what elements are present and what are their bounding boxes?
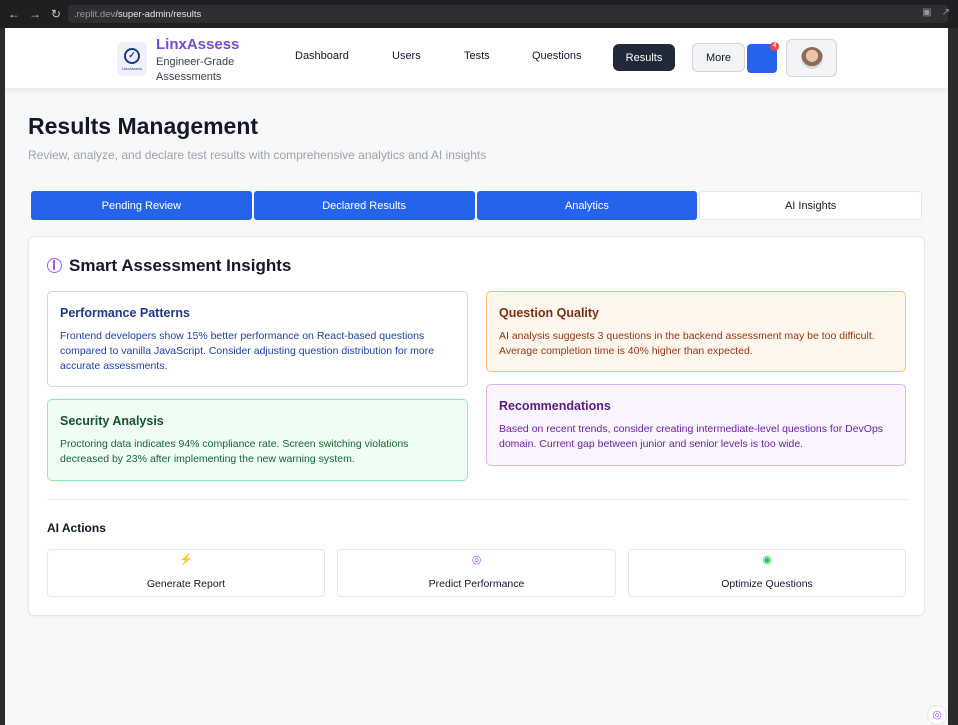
nav-questions[interactable]: Questions	[532, 50, 582, 62]
button-label: Optimize Questions	[721, 578, 813, 590]
brand-subtitle: Engineer-Grade Assessments	[156, 56, 235, 83]
profile-button[interactable]	[786, 39, 837, 77]
panel-text: Based on recent trends, consider creatin…	[499, 423, 884, 450]
lightning-icon: ⚡	[179, 554, 193, 566]
panel-title: Security Analysis	[60, 414, 164, 428]
target-icon: ◉	[762, 554, 772, 566]
app-page: ✓ LinxAssess LinxAssess Engineer-Grade A…	[5, 28, 948, 725]
forward-icon[interactable]: →	[28, 7, 42, 21]
tab-ai-insights[interactable]: AI Insights	[699, 191, 922, 220]
recommendations-panel: Recommendations Based on recent trends, …	[486, 384, 906, 466]
panel-text: AI analysis suggests 3 questions in the …	[499, 330, 875, 357]
url-path: /super-admin/results	[115, 8, 202, 20]
predict-performance-button[interactable]: ◎ Predict Performance	[337, 549, 616, 597]
reload-icon[interactable]: ↻	[49, 7, 63, 21]
nav-results[interactable]: Results	[613, 44, 675, 71]
brain-icon	[47, 258, 62, 273]
panel-title: Performance Patterns	[60, 306, 190, 320]
notifications-button[interactable]: 4	[747, 42, 779, 73]
page-title: Results Management	[28, 113, 259, 139]
ai-assistant-icon[interactable]: ◎	[927, 705, 947, 725]
nav-users[interactable]: Users	[392, 50, 421, 62]
ai-actions-title: AI Actions	[47, 521, 106, 535]
results-tabs: Pending Review Declared Results Analytic…	[31, 191, 922, 220]
nav-tests[interactable]: Tests	[464, 50, 490, 62]
generate-report-button[interactable]: ⚡ Generate Report	[47, 549, 325, 597]
ai-insights-card: Smart Assessment Insights Performance Pa…	[28, 236, 925, 616]
button-label: Predict Performance	[428, 578, 525, 590]
nav-dashboard[interactable]: Dashboard	[295, 50, 349, 62]
logo[interactable]: ✓ LinxAssess	[117, 42, 147, 76]
brain-icon: ◎	[471, 554, 482, 566]
open-external-icon[interactable]: ↗	[942, 7, 950, 18]
check-icon: ✓	[124, 47, 140, 64]
more-button[interactable]: More	[692, 43, 745, 72]
panel-text: Proctoring data indicates 94% compliance…	[60, 438, 409, 465]
panel-title: Question Quality	[499, 306, 600, 320]
button-label: Generate Report	[146, 578, 226, 590]
tab-declared-results[interactable]: Declared Results	[253, 191, 475, 220]
performance-patterns-panel: Performance Patterns Frontend developers…	[47, 291, 468, 387]
panel-title: Recommendations	[499, 399, 611, 413]
panel-text: Frontend developers show 15% better perf…	[60, 330, 435, 372]
divider	[47, 499, 907, 500]
top-navbar: ✓ LinxAssess LinxAssess Engineer-Grade A…	[5, 28, 948, 88]
address-bar[interactable]: .replit.dev/super-admin/results	[68, 5, 948, 23]
tab-analytics[interactable]: Analytics	[476, 191, 698, 220]
optimize-questions-button[interactable]: ◉ Optimize Questions	[628, 549, 906, 597]
card-title: Smart Assessment Insights	[69, 256, 292, 275]
back-icon[interactable]: ←	[7, 7, 21, 21]
notification-badge: 4	[770, 42, 779, 51]
page-description: Review, analyze, and declare test result…	[28, 148, 487, 162]
browser-toolbar: ← → ↻ .replit.dev/super-admin/results ▣ …	[0, 0, 958, 28]
tab-pending-review[interactable]: Pending Review	[31, 191, 252, 220]
security-analysis-panel: Security Analysis Proctoring data indica…	[47, 399, 468, 481]
url-host: .replit.dev	[74, 8, 116, 20]
logo-text: LinxAssess	[121, 65, 143, 71]
avatar	[800, 47, 823, 69]
brand-name: LinxAssess	[156, 36, 240, 53]
cast-icon[interactable]: ▣	[922, 7, 931, 18]
question-quality-panel: Question Quality AI analysis suggests 3 …	[486, 291, 906, 372]
